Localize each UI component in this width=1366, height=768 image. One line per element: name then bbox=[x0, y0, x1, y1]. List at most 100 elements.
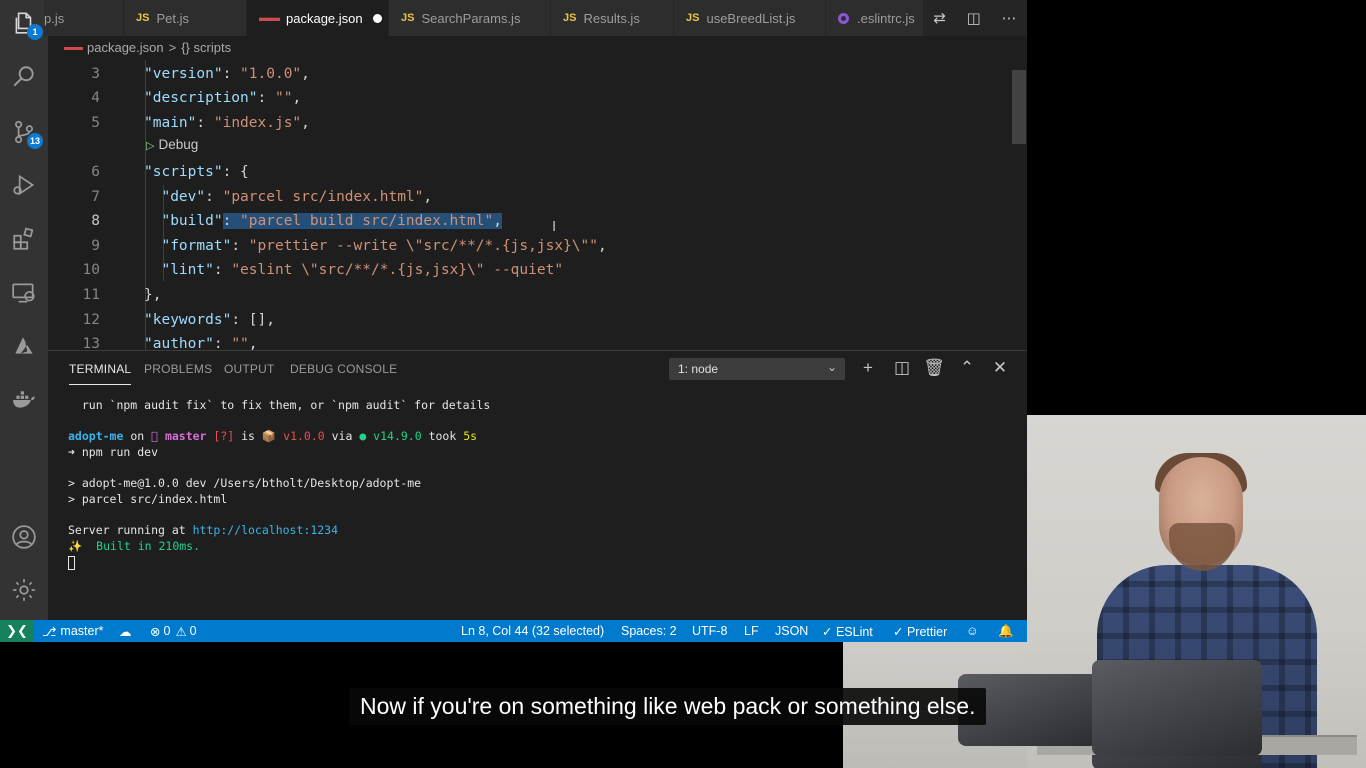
package-icon: 📦 bbox=[261, 429, 277, 443]
status-bar: ❯❮ ⎇ master* ☁ ⊗ 0 ⚠ 0 Ln 8, Col 44 (32 … bbox=[0, 620, 1027, 642]
terminal-select[interactable]: 1: node ⌄ bbox=[669, 358, 845, 380]
azure-icon[interactable] bbox=[9, 331, 39, 361]
vscode-window: 1 13 p.js JS Pet.js ▬▬ package.json JS S… bbox=[0, 0, 1027, 642]
json-key: "description" bbox=[144, 90, 258, 106]
json-string: "" bbox=[231, 336, 249, 350]
line-number: 3 bbox=[91, 66, 100, 82]
source-control-icon[interactable]: 13 bbox=[9, 117, 43, 149]
feedback-icon[interactable]: ☺ bbox=[966, 620, 979, 642]
breadcrumb-file[interactable]: package.json bbox=[87, 40, 164, 55]
open-changes-icon[interactable]: ⇄ bbox=[933, 9, 946, 27]
explorer-badge: 1 bbox=[27, 24, 43, 40]
tab-eslintrc-js[interactable]: .eslintrc.js bbox=[826, 0, 926, 36]
problems-status[interactable]: ⊗ 0 ⚠ 0 bbox=[150, 620, 197, 642]
json-punct: , bbox=[423, 189, 433, 205]
split-terminal-icon[interactable]: ◫ bbox=[891, 357, 913, 379]
code-line[interactable]: 11 }, bbox=[48, 283, 1013, 307]
line-number: 5 bbox=[91, 115, 100, 131]
breadcrumb-symbol[interactable]: {} scripts bbox=[181, 40, 231, 55]
split-editor-icon[interactable]: ◫ bbox=[967, 9, 981, 27]
tab-p-js[interactable]: p.js bbox=[44, 0, 124, 36]
tab-debug-console[interactable]: DEBUG CONSOLE bbox=[290, 362, 397, 376]
cursor-position[interactable]: Ln 8, Col 44 (32 selected) bbox=[461, 620, 604, 642]
tab-terminal[interactable]: TERMINAL bbox=[69, 362, 132, 385]
debug-codelens[interactable]: ▷ Debug bbox=[146, 137, 198, 152]
tab-label: useBreedList.js bbox=[706, 10, 796, 26]
code-line[interactable]: 10 "lint": "eslint \"src/**/*.{js,jsx}\"… bbox=[48, 258, 1013, 282]
close-panel-icon[interactable]: ✕ bbox=[989, 357, 1011, 379]
json-punct: : bbox=[213, 336, 232, 350]
terminal-command: ➜ npm run dev bbox=[68, 445, 159, 459]
json-punct: : bbox=[222, 213, 241, 229]
tab-results-js[interactable]: JS Results.js bbox=[551, 0, 674, 36]
settings-gear-icon[interactable] bbox=[9, 575, 39, 605]
json-punct: : [], bbox=[231, 312, 275, 328]
tab-searchparams-js[interactable]: JS SearchParams.js bbox=[389, 0, 551, 36]
code-line-selected[interactable]: 8 "build": "parcel build src/index.html"… bbox=[48, 209, 1013, 233]
panel-tabs: TERMINAL PROBLEMS OUTPUT DEBUG CONSOLE 1… bbox=[48, 351, 1027, 387]
code-line[interactable]: 13 "author": "", bbox=[48, 332, 1013, 350]
code-line[interactable]: 7 "dev": "parcel src/index.html", bbox=[48, 185, 1013, 209]
prompt-text: took bbox=[421, 429, 464, 443]
docker-icon[interactable] bbox=[9, 385, 39, 415]
notifications-bell-icon[interactable]: 🔔 bbox=[998, 620, 1014, 642]
accounts-icon[interactable] bbox=[9, 522, 39, 552]
tab-usebreedlist-js[interactable]: JS useBreedList.js bbox=[674, 0, 826, 36]
prompt-text: via bbox=[324, 429, 360, 443]
code-line[interactable]: 9 "format": "prettier --write \"src/**/*… bbox=[48, 234, 1013, 258]
json-punct: : bbox=[213, 262, 232, 278]
explorer-icon[interactable]: 1 bbox=[9, 8, 43, 40]
tab-problems[interactable]: PROBLEMS bbox=[144, 362, 212, 376]
prettier-status[interactable]: ✓ Prettier bbox=[893, 620, 947, 642]
kill-terminal-icon[interactable]: 🗑 bbox=[923, 357, 945, 379]
json-punct: : bbox=[257, 90, 275, 106]
tab-pet-js[interactable]: JS Pet.js bbox=[124, 0, 247, 36]
tab-output[interactable]: OUTPUT bbox=[224, 362, 275, 376]
editor-actions: ⇄ ◫ ⋯ bbox=[923, 0, 1027, 36]
breadcrumb-separator: > bbox=[168, 39, 177, 55]
eslint-status[interactable]: ✓ ESLint bbox=[822, 620, 873, 642]
branch-status[interactable]: ⎇ master* bbox=[42, 620, 103, 642]
editor-scrollbar[interactable] bbox=[1012, 70, 1026, 144]
json-key: "main" bbox=[144, 115, 197, 131]
unsaved-dot-icon[interactable] bbox=[372, 13, 382, 23]
prompt-duration: 5s bbox=[463, 429, 478, 443]
maximize-panel-icon[interactable]: ⌃ bbox=[956, 357, 978, 379]
js-file-icon: JS bbox=[401, 12, 415, 24]
prompt-text: on bbox=[123, 429, 152, 443]
more-actions-icon[interactable]: ⋯ bbox=[1002, 9, 1017, 27]
line-number: 6 bbox=[91, 164, 100, 180]
server-url-link[interactable]: http://localhost:1234 bbox=[193, 523, 338, 537]
indentation-status[interactable]: Spaces: 2 bbox=[621, 620, 677, 642]
prompt-dir: adopt-me bbox=[68, 429, 124, 443]
json-string: "eslint \"src/**/*.{js,jsx}\" --quiet" bbox=[231, 262, 564, 278]
code-editor[interactable]: 3 "version": "1.0.0", 4 "description": "… bbox=[48, 60, 1027, 350]
eol-status[interactable]: LF bbox=[744, 620, 759, 642]
json-key: "dev" bbox=[161, 189, 206, 205]
prompt-text: is bbox=[234, 429, 262, 443]
git-branch-icon: ⎇ bbox=[42, 624, 57, 639]
encoding-status[interactable]: UTF-8 bbox=[692, 620, 727, 642]
search-icon[interactable] bbox=[9, 62, 39, 92]
language-mode[interactable]: JSON bbox=[775, 620, 808, 642]
remote-icon[interactable]: ❯❮ bbox=[0, 620, 34, 642]
code-line[interactable]: 5 "main": "index.js", bbox=[48, 111, 1013, 135]
prompt-status: [?] bbox=[206, 429, 235, 443]
line-number: 13 bbox=[82, 336, 100, 350]
json-key: "keywords" bbox=[144, 312, 232, 328]
code-line[interactable]: 6 "scripts": { bbox=[48, 160, 1013, 184]
code-line[interactable]: 4 "description": "", bbox=[48, 86, 1013, 110]
code-line[interactable]: 3 "version": "1.0.0", bbox=[48, 62, 1013, 86]
new-terminal-icon[interactable]: + bbox=[857, 357, 879, 379]
line-number: 4 bbox=[91, 90, 100, 106]
text-cursor-icon: I bbox=[552, 218, 557, 235]
sync-icon[interactable]: ☁ bbox=[119, 620, 132, 642]
json-string: "1.0.0" bbox=[240, 66, 302, 82]
remote-explorer-icon[interactable] bbox=[9, 278, 39, 308]
tab-label: Results.js bbox=[583, 10, 640, 26]
json-string: "parcel src/index.html" bbox=[222, 189, 424, 205]
tab-package-json[interactable]: ▬▬ package.json bbox=[247, 0, 389, 36]
code-line[interactable]: 12 "keywords": [], bbox=[48, 308, 1013, 332]
run-debug-icon[interactable] bbox=[9, 170, 39, 200]
extensions-icon[interactable] bbox=[9, 224, 39, 254]
